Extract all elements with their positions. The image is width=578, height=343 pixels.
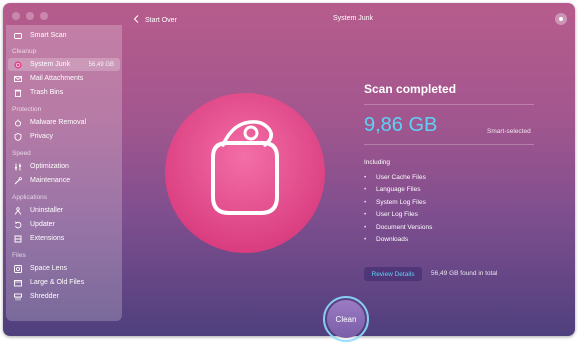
uninstaller-icon (14, 206, 22, 215)
sidebar-item-label: Optimization (30, 163, 69, 170)
found-total-label: 56,49 GB found in total (431, 270, 498, 277)
sidebar-item-label: Updater (30, 221, 55, 228)
sidebar-item-large-old-files[interactable]: Large & Old Files (8, 276, 120, 289)
sidebar-item-label: Privacy (30, 133, 53, 140)
sidebar-item-uninstaller[interactable]: Uninstaller (8, 204, 120, 217)
sidebar-section-files: Files (12, 252, 26, 259)
sidebar-item-label: System Junk (30, 61, 71, 68)
sidebar-item-label: Malware Removal (30, 119, 87, 126)
sidebar-item-label: Space Lens (30, 265, 67, 272)
maintenance-icon (14, 176, 22, 185)
sidebar-item-label: Shredder (30, 293, 59, 300)
sidebar-item-label: Maintenance (30, 177, 71, 184)
list-item: • Document Versions (364, 223, 433, 231)
chevron-left-icon (133, 15, 139, 25)
privacy-icon (14, 132, 22, 141)
clean-button-ring: Clean (323, 296, 369, 342)
sidebar-item-extensions[interactable]: Extensions (8, 232, 120, 245)
sidebar-item-trash-bins[interactable]: Trash Bins (8, 86, 120, 99)
window-title: System Junk (332, 15, 374, 22)
smart-scan-icon (14, 32, 22, 40)
sidebar-item-updater[interactable]: Updater (8, 218, 120, 231)
divider (364, 144, 534, 145)
large-files-icon (14, 279, 22, 287)
sidebar-item-shredder[interactable]: Shredder (8, 290, 120, 303)
extensions-icon (14, 235, 22, 243)
sidebar-item-optimization[interactable]: Optimization (8, 160, 120, 173)
sidebar-item-label: Large & Old Files (30, 279, 85, 286)
sidebar-section-applications: Applications (12, 194, 48, 201)
list-item: • Downloads (364, 236, 409, 244)
scan-result-heading: Scan completed (364, 82, 457, 96)
sidebar-section-cleanup: Cleanup (12, 48, 37, 55)
sidebar-section-speed: Speed (12, 150, 31, 157)
sidebar-item-privacy[interactable]: Privacy (8, 130, 120, 143)
space-lens-icon (14, 264, 22, 273)
sidebar: Smart Scan Cleanup System Junk 56,49 GB … (6, 25, 122, 321)
optimization-icon (14, 163, 22, 171)
sidebar-item-label: Uninstaller (30, 207, 64, 214)
mail-icon (14, 75, 22, 83)
divider (364, 104, 534, 105)
sidebar-item-malware-removal[interactable]: Malware Removal (8, 116, 120, 129)
sidebar-item-space-lens[interactable]: Space Lens (8, 262, 120, 275)
minimize-window-button[interactable] (26, 12, 34, 20)
start-over-label: Start Over (145, 16, 177, 24)
malware-icon (14, 119, 22, 127)
app-window: Smart Scan Cleanup System Junk 56,49 GB … (3, 3, 575, 336)
updater-icon (14, 220, 22, 229)
list-item: • User Log Files (364, 211, 418, 219)
review-details-button[interactable]: Review Details (364, 267, 422, 281)
sidebar-item-smart-scan[interactable]: Smart Scan (8, 29, 120, 42)
sidebar-section-protection: Protection (12, 106, 42, 113)
list-item: • Language Files (364, 186, 421, 194)
window-controls (12, 12, 48, 20)
sidebar-item-mail-attachments[interactable]: Mail Attachments (8, 72, 120, 85)
smart-selected-label: Smart-selected (487, 128, 531, 135)
system-junk-size: 56,49 GB (88, 61, 114, 68)
close-window-button[interactable] (12, 12, 20, 20)
system-junk-hero-icon (165, 93, 325, 253)
trash-icon (14, 89, 22, 97)
sidebar-item-label: Mail Attachments (30, 75, 84, 82)
list-item: • System Log Files (364, 198, 426, 206)
list-item: • User Cache Files (364, 173, 426, 181)
zoom-window-button[interactable] (40, 12, 48, 20)
system-junk-icon (14, 60, 22, 69)
junk-size-value: 9,86 GB (364, 114, 438, 136)
clean-button[interactable]: Clean (327, 300, 365, 338)
sidebar-item-label: Trash Bins (30, 89, 64, 96)
included-categories-list: • User Cache Files • Language Files • Syste… (364, 171, 432, 246)
sidebar-item-maintenance[interactable]: Maintenance (8, 174, 120, 187)
assistant-icon[interactable] (555, 13, 567, 25)
sidebar-item-system-junk[interactable]: System Junk 56,49 GB (8, 58, 120, 71)
start-over-button[interactable]: Start Over (133, 15, 177, 25)
shredder-icon (14, 293, 22, 301)
sidebar-item-label: Smart Scan (30, 32, 67, 39)
including-label: Including (364, 159, 391, 166)
sidebar-item-label: Extensions (30, 235, 65, 242)
